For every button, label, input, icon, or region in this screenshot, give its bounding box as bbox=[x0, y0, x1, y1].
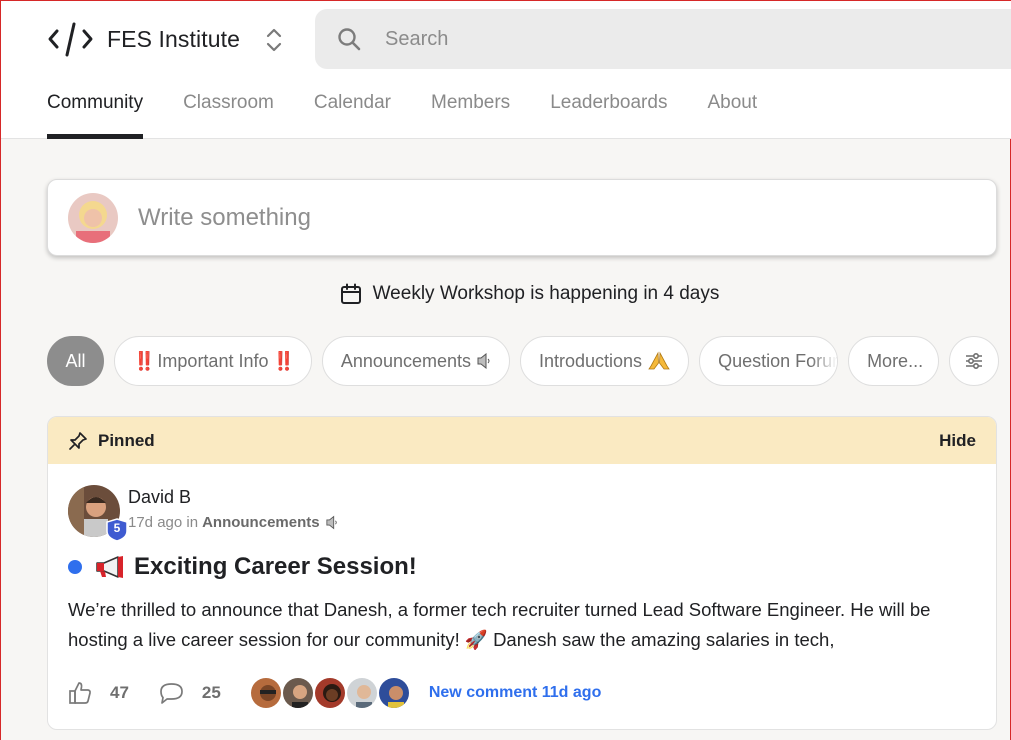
pinned-post-card[interactable]: Pinned Hide 5 David B 17d ago in Announc… bbox=[47, 416, 997, 730]
filter-introductions[interactable]: Introductions bbox=[520, 336, 690, 386]
new-comment-link[interactable]: New comment 11d ago bbox=[429, 684, 602, 702]
post-category[interactable]: Announcements bbox=[202, 514, 320, 531]
like-count: 47 bbox=[110, 683, 129, 702]
filter-settings-button[interactable] bbox=[949, 336, 1000, 386]
filter-announcements[interactable]: Announcements bbox=[321, 336, 510, 386]
avatar[interactable] bbox=[312, 676, 347, 710]
filter-important-label: Important Info bbox=[157, 350, 269, 371]
tab-leaderboards[interactable]: Leaderboards bbox=[550, 87, 667, 139]
avatar[interactable] bbox=[280, 676, 315, 710]
event-timing: is happening in 4 days bbox=[525, 283, 720, 304]
tab-classroom[interactable]: Classroom bbox=[183, 87, 274, 139]
megaphone-icon bbox=[94, 556, 124, 578]
search-bar[interactable] bbox=[315, 9, 1011, 69]
tab-about[interactable]: About bbox=[707, 87, 757, 139]
pinned-bar: Pinned Hide bbox=[48, 417, 996, 464]
tab-calendar[interactable]: Calendar bbox=[314, 87, 391, 139]
sliders-icon bbox=[964, 352, 984, 370]
composer-placeholder: Write something bbox=[138, 203, 311, 231]
double-exclamation-icon: ‼️ bbox=[272, 350, 294, 371]
post-body: We’re thrilled to announce that Danesh, … bbox=[68, 599, 931, 650]
pinned-label: Pinned bbox=[98, 430, 155, 450]
category-filters: All ‼️ Important Info ‼️ Announcements I… bbox=[47, 336, 1000, 386]
filter-all-label: All bbox=[65, 350, 86, 371]
tab-members[interactable]: Members bbox=[431, 87, 510, 139]
avatar[interactable]: 5 bbox=[68, 485, 128, 542]
chevron-up-down-icon[interactable] bbox=[263, 25, 285, 55]
brand[interactable]: FES Institute bbox=[47, 19, 240, 59]
speaker-icon bbox=[477, 353, 491, 369]
post-title-text: Exciting Career Session! bbox=[134, 553, 417, 580]
filter-introductions-label: Introductions bbox=[539, 350, 643, 371]
pinned-indicator: Pinned bbox=[68, 431, 155, 451]
commenter-avatars bbox=[248, 676, 411, 710]
double-exclamation-icon: ‼️ bbox=[133, 350, 155, 371]
post-time: 17d ago in bbox=[128, 514, 199, 531]
post-title[interactable]: Exciting Career Session! bbox=[68, 553, 417, 581]
like-button[interactable]: 47 bbox=[68, 681, 129, 705]
community-name: FES Institute bbox=[107, 25, 240, 52]
tab-community[interactable]: Community bbox=[47, 87, 144, 139]
speaker-icon bbox=[326, 515, 338, 530]
event-name: Weekly Workshop bbox=[372, 283, 526, 304]
pin-icon bbox=[69, 431, 87, 450]
comment-button[interactable]: 25 bbox=[159, 682, 221, 704]
post-composer[interactable]: Write something bbox=[47, 179, 997, 256]
post-author: 5 David B 17d ago in Announcements bbox=[68, 485, 338, 542]
unread-dot bbox=[68, 560, 82, 574]
filter-announcements-label: Announcements bbox=[340, 350, 471, 371]
avatar[interactable] bbox=[344, 676, 379, 710]
main-nav: Community Classroom Calendar Members Lea… bbox=[47, 87, 797, 139]
filter-question-forum[interactable]: Question Forum bbox=[699, 336, 839, 386]
top-bar: FES Institute Community Classroom Calend… bbox=[1, 1, 1011, 139]
filter-important-info[interactable]: ‼️ Important Info ‼️ bbox=[114, 336, 312, 386]
filter-all[interactable]: All bbox=[47, 336, 104, 386]
code-brackets-icon bbox=[47, 19, 95, 59]
filter-question-forum-label: Question Forum bbox=[718, 350, 839, 371]
filter-more-label: More... bbox=[867, 350, 924, 371]
avatar[interactable] bbox=[248, 676, 283, 710]
comment-icon bbox=[160, 683, 183, 704]
folded-hands-icon bbox=[648, 351, 670, 371]
comment-count: 25 bbox=[201, 683, 221, 702]
hide-button[interactable]: Hide bbox=[939, 431, 976, 451]
post-footer: 47 25 New comment 11d ago bbox=[68, 676, 602, 710]
level-number: 5 bbox=[113, 521, 121, 535]
search-input[interactable] bbox=[385, 27, 885, 51]
search-icon bbox=[337, 27, 361, 51]
author-name[interactable]: David B bbox=[128, 487, 338, 508]
avatar bbox=[68, 192, 118, 243]
level-badge: 5 bbox=[106, 518, 128, 542]
upcoming-event-banner[interactable]: Weekly Workshop is happening in 4 days bbox=[1, 283, 1011, 305]
calendar-icon bbox=[340, 283, 362, 305]
filter-more[interactable]: More... bbox=[848, 336, 940, 386]
post-meta: 17d ago in Announcements bbox=[128, 514, 338, 531]
thumbs-up-icon bbox=[69, 682, 91, 704]
avatar[interactable] bbox=[376, 676, 411, 710]
